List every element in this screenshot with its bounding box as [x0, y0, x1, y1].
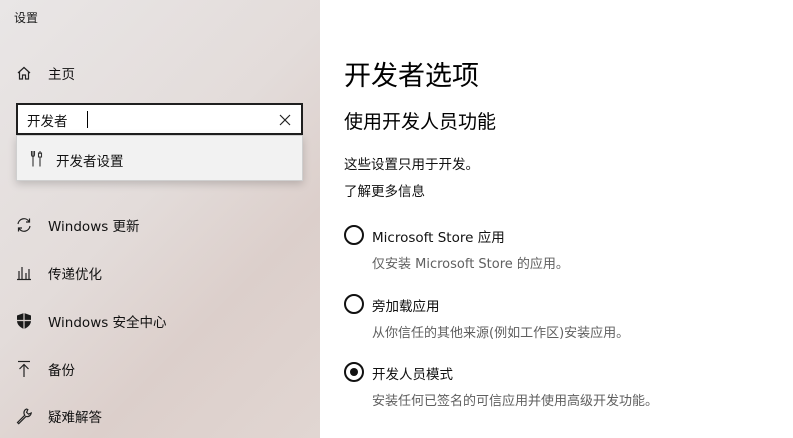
sidebar-item-windows-update[interactable]: Windows 更新: [0, 207, 320, 243]
radio-label: Microsoft Store 应用: [372, 230, 505, 246]
page-title: 开发者选项: [344, 61, 479, 92]
radio-label: 旁加载应用: [372, 299, 440, 315]
clear-search-button[interactable]: [274, 109, 296, 131]
radio-label: 开发人员模式: [372, 367, 453, 383]
sync-icon: [14, 215, 34, 235]
home-icon: [14, 63, 34, 83]
suggestion-label: 开发者设置: [56, 154, 124, 170]
close-icon: [279, 114, 291, 126]
shield-icon: [14, 311, 34, 331]
sidebar-item-backup[interactable]: 备份: [0, 351, 320, 387]
text-caret: [87, 111, 88, 128]
window-title: 设置: [14, 11, 39, 25]
sidebar: 设置 主页 开发者设置: [0, 0, 320, 438]
sidebar-item-troubleshoot[interactable]: 疑难解答: [0, 398, 320, 434]
search-box[interactable]: [16, 103, 303, 135]
radio-description: 仅安装 Microsoft Store 的应用。: [372, 257, 569, 272]
upload-arrow-icon: [14, 359, 34, 379]
sidebar-item-label: 主页: [48, 67, 75, 83]
sidebar-item-label: 备份: [48, 363, 75, 379]
learn-more-link[interactable]: 了解更多信息: [344, 180, 425, 200]
radio-button[interactable]: [344, 225, 364, 245]
sidebar-item-label: Windows 安全中心: [48, 315, 167, 331]
developer-settings-icon: [27, 149, 47, 169]
wrench-icon: [14, 406, 34, 426]
sidebar-item-home[interactable]: 主页: [0, 55, 320, 91]
search-input[interactable]: [27, 110, 267, 130]
radio-button[interactable]: [344, 294, 364, 314]
main-content: 开发者选项 使用开发人员功能 这些设置只用于开发。 了解更多信息 Microso…: [320, 0, 793, 438]
sidebar-item-label: Windows 更新: [48, 219, 140, 235]
radio-option-developer-mode[interactable]: 开发人员模式 安装任何已签名的可信应用并使用高级开发功能。: [344, 362, 784, 418]
radio-button-selected[interactable]: [344, 362, 364, 382]
delivery-optimization-icon: [14, 263, 34, 283]
radio-option-store-apps[interactable]: Microsoft Store 应用 仅安装 Microsoft Store 的…: [344, 225, 784, 281]
sidebar-item-delivery-optimization[interactable]: 传递优化: [0, 255, 320, 291]
radio-description: 从你信任的其他来源(例如工作区)安装应用。: [372, 326, 630, 341]
search-suggestion-developer-settings[interactable]: 开发者设置: [16, 135, 303, 181]
sidebar-item-windows-security[interactable]: Windows 安全中心: [0, 303, 320, 339]
sidebar-item-label: 疑难解答: [48, 410, 102, 426]
sidebar-item-label: 传递优化: [48, 267, 102, 283]
radio-option-sideload-apps[interactable]: 旁加载应用 从你信任的其他来源(例如工作区)安装应用。: [344, 294, 784, 350]
radio-description: 安装任何已签名的可信应用并使用高级开发功能。: [372, 394, 659, 409]
section-description: 这些设置只用于开发。: [344, 157, 479, 173]
section-title: 使用开发人员功能: [344, 111, 497, 133]
